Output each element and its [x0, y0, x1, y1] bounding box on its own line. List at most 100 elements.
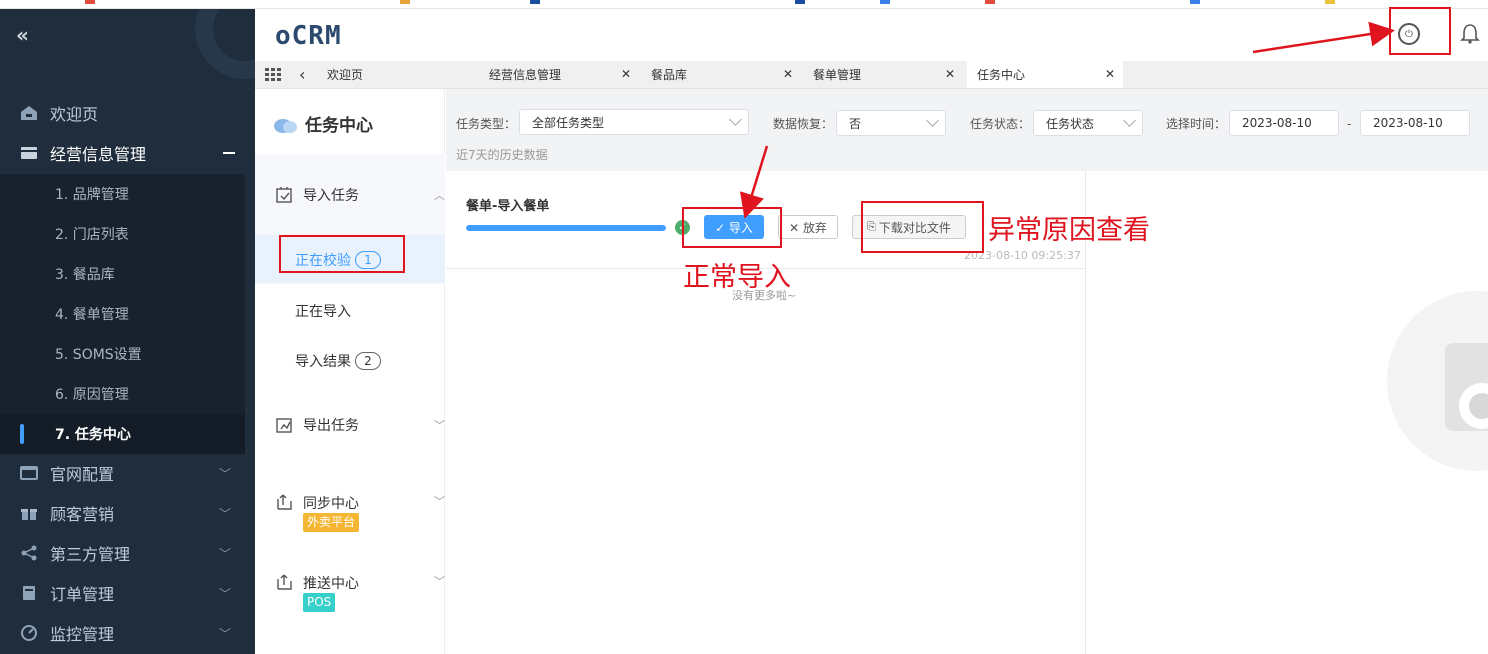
tab-menus[interactable]: 餐单管理 ✕: [813, 61, 963, 88]
cloud-icon: [274, 118, 297, 133]
discard-button[interactable]: ✕ 放弃: [778, 215, 838, 239]
group-label: 推送中心: [303, 576, 359, 592]
share-icon: [20, 544, 38, 562]
submenu-item-stores[interactable]: 2. 门店列表: [0, 214, 245, 254]
tab-task-center[interactable]: 任务中心 ✕: [967, 61, 1123, 88]
website-icon: [20, 464, 38, 482]
chevron-down-icon: ﹀: [434, 419, 445, 432]
tab-label: 餐品库: [651, 68, 688, 82]
group-label: 同步中心: [303, 496, 359, 512]
bookmark-icon[interactable]: [530, 0, 540, 4]
tab-label: 任务中心: [977, 68, 1026, 82]
sub-label: 正在导入: [295, 304, 351, 320]
date-value: 2023-08-10: [1242, 116, 1312, 130]
sidebar-item-label: 订单管理: [50, 585, 115, 604]
sub-import-results[interactable]: 导入结果 2: [295, 351, 381, 371]
grid-menu-icon[interactable]: [265, 61, 289, 88]
task-status-select[interactable]: 任务状态: [1033, 110, 1143, 136]
close-icon[interactable]: ✕: [621, 67, 631, 81]
bookmark-icon[interactable]: [400, 0, 410, 4]
tab-business[interactable]: 经营信息管理 ✕: [489, 61, 639, 88]
tab-label: 经营信息管理: [489, 68, 562, 82]
bookmark-icon[interactable]: [85, 0, 95, 4]
sub-importing[interactable]: 正在导入: [295, 301, 351, 321]
date-from-input[interactable]: 2023-08-10: [1229, 110, 1339, 136]
collapse-icon[interactable]: «: [16, 23, 29, 47]
close-icon[interactable]: ✕: [783, 67, 793, 81]
submenu-item-reasons[interactable]: 6. 原因管理: [0, 374, 245, 414]
date-to-input[interactable]: 2023-08-10: [1360, 110, 1470, 136]
pos-tag: POS: [303, 593, 336, 612]
annotation-box-validating: [279, 235, 405, 273]
sidebar-item-monitor[interactable]: 监控管理 ﹀: [0, 613, 255, 653]
export-icon: [276, 418, 292, 433]
sidebar: « 欢迎页 经营信息管理 1. 品牌管理 2. 门店列表 3. 餐品库 4. 餐…: [0, 9, 255, 654]
group-label: 导出任务: [303, 418, 359, 434]
close-icon[interactable]: ✕: [945, 67, 955, 81]
chevron-down-icon: ﹀: [218, 506, 231, 521]
submenu-label: 3. 餐品库: [55, 267, 115, 283]
bookmark-icon[interactable]: [985, 0, 995, 4]
import-icon: [276, 187, 292, 203]
task-type-select[interactable]: 全部任务类型: [519, 109, 749, 135]
chevron-down-icon: [729, 113, 742, 126]
submenu-label: 1. 品牌管理: [55, 187, 129, 203]
tab-dishes[interactable]: 餐品库 ✕: [651, 61, 801, 88]
tabs-prev-icon[interactable]: ‹: [299, 61, 315, 88]
bookmark-icon[interactable]: [1190, 0, 1200, 4]
home-icon: [20, 104, 38, 122]
sidebar-item-third-party[interactable]: 第三方管理 ﹀: [0, 533, 255, 573]
sidebar-item-business[interactable]: 经营信息管理: [0, 133, 255, 173]
chevron-down-icon: ﹀: [218, 466, 231, 481]
group-push[interactable]: 推送中心 POS ﹀: [275, 573, 445, 612]
business-icon: [20, 144, 38, 162]
submenu-item-soms[interactable]: 5. SOMS设置: [0, 334, 245, 374]
order-icon: [20, 584, 38, 602]
close-icon[interactable]: ✕: [1105, 67, 1115, 81]
tab-welcome[interactable]: 欢迎页: [327, 61, 477, 88]
submenu-item-menus[interactable]: 4. 餐单管理: [0, 294, 245, 334]
sidebar-item-label: 官网配置: [50, 465, 115, 484]
date-value: 2023-08-10: [1373, 116, 1443, 130]
submenu-label: 5. SOMS设置: [55, 347, 142, 363]
tab-label: 餐单管理: [813, 68, 862, 82]
task-type-label: 任务类型：: [456, 117, 517, 131]
chevron-down-icon: [926, 114, 939, 127]
sidebar-item-welcome[interactable]: 欢迎页: [0, 93, 255, 133]
data-restore-select[interactable]: 否: [836, 110, 946, 136]
monitor-icon: [20, 624, 38, 642]
annotation-normal-import: 正常导入: [683, 262, 791, 293]
date-separator: -: [1347, 117, 1352, 131]
data-restore-label: 数据恢复：: [773, 117, 834, 131]
bookmark-icon[interactable]: [880, 0, 890, 4]
sidebar-item-website[interactable]: 官网配置 ﹀: [0, 453, 255, 493]
group-label: 导入任务: [303, 188, 359, 204]
sidebar-item-label: 监控管理: [50, 625, 115, 644]
sidebar-item-label: 顾客营销: [50, 505, 115, 524]
progress-bar: [466, 225, 666, 231]
group-sync[interactable]: 同步中心 外卖平台 ﹀: [275, 493, 445, 532]
group-export[interactable]: 导出任务 ﹀: [275, 415, 445, 435]
sidebar-item-label: 欢迎页: [50, 105, 99, 124]
task-panel-title: 任务中心: [305, 116, 373, 136]
sidebar-item-marketing[interactable]: 顾客营销 ﹀: [0, 493, 255, 533]
bell-icon[interactable]: [1460, 23, 1480, 49]
tab-bar: ‹ 欢迎页 经营信息管理 ✕ 餐品库 ✕ 餐单管理 ✕ 任务中心 ✕: [255, 61, 1488, 89]
sidebar-item-orders[interactable]: 订单管理 ﹀: [0, 573, 255, 613]
bookmark-icon[interactable]: [1325, 0, 1335, 4]
sidebar-item-label: 第三方管理: [50, 545, 131, 564]
select-value: 任务状态: [1046, 116, 1095, 131]
submenu-label: 4. 餐单管理: [55, 307, 129, 323]
submenu-item-brand[interactable]: 1. 品牌管理: [0, 174, 245, 214]
bookmark-icon[interactable]: [795, 0, 805, 4]
group-import[interactable]: 导入任务 ︿: [275, 185, 445, 205]
chevron-up-icon: ︿: [434, 189, 445, 202]
task-panel: 任务中心 导入任务 ︿ 正在校验 1 正在导入 导入结果 2 导出任务 ﹀ 同步…: [255, 89, 445, 654]
submenu-item-dishes[interactable]: 3. 餐品库: [0, 254, 245, 294]
task-name: 餐单-导入餐单: [466, 199, 550, 214]
sidebar-item-label: 经营信息管理: [50, 145, 147, 164]
chevron-down-icon: ﹀: [434, 575, 445, 588]
submenu-item-task-center[interactable]: 7. 任务中心: [0, 414, 245, 454]
submenu-label: 7. 任务中心: [55, 427, 131, 443]
select-value: 全部任务类型: [532, 115, 605, 130]
